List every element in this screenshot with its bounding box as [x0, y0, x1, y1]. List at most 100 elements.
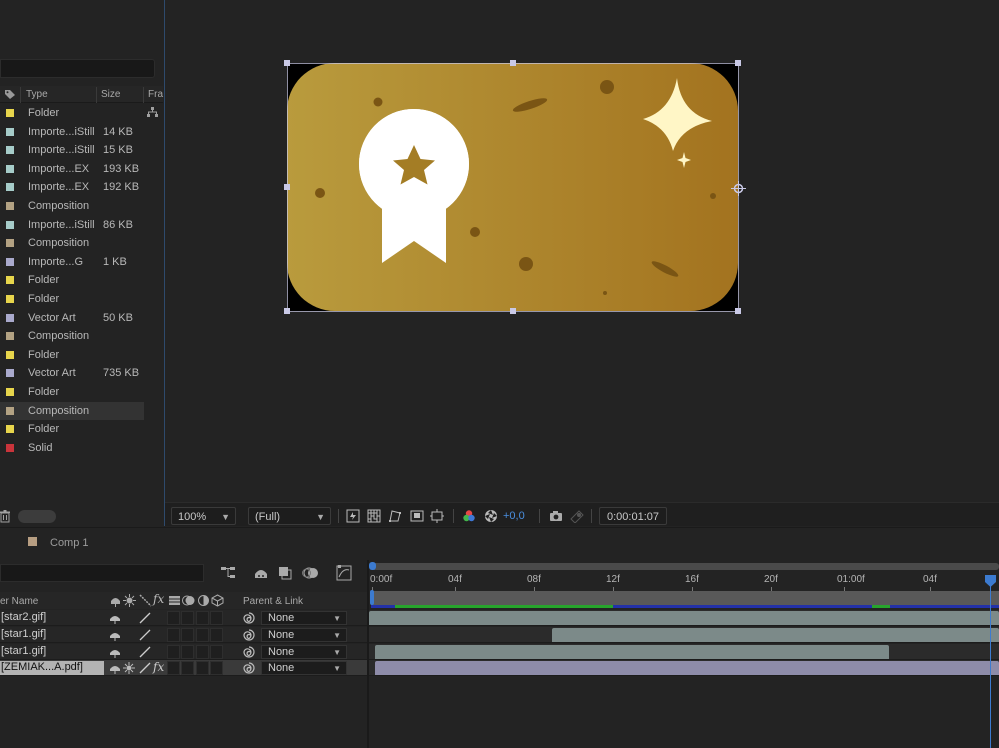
project-item-row[interactable]: Importe...EX 193 KB [0, 160, 144, 179]
layer-row[interactable]: [star2.gif] None ▼ [0, 610, 368, 626]
effects-fx-icon[interactable]: fx [153, 592, 164, 606]
switch-cell[interactable] [196, 661, 209, 676]
switch-cell[interactable] [181, 661, 194, 676]
anchor-point-icon[interactable] [731, 181, 746, 196]
switch-cell[interactable] [196, 627, 209, 642]
collapse-transformations-icon[interactable] [123, 594, 136, 607]
layer-name[interactable]: [ZEMIAK...A.pdf] [0, 661, 104, 676]
switch-cell[interactable] [167, 661, 180, 676]
label-color-swatch[interactable] [6, 332, 14, 341]
label-color-swatch[interactable] [6, 220, 14, 229]
label-color-swatch[interactable] [6, 369, 14, 378]
pick-whip-icon[interactable] [242, 661, 256, 675]
3d-layer-header-icon[interactable] [211, 594, 224, 607]
project-item-row[interactable]: Composition [0, 327, 144, 346]
composition-flowchart-icon[interactable] [219, 564, 237, 582]
project-item-row[interactable]: Importe...iStill 15 KB [0, 141, 144, 160]
project-item-row[interactable]: Vector Art 50 KB [0, 309, 144, 328]
layer-track[interactable] [369, 626, 999, 643]
parent-dropdown[interactable]: None ▼ [261, 661, 347, 676]
label-color-swatch[interactable] [6, 313, 14, 322]
pick-whip-icon[interactable] [242, 611, 256, 625]
project-item-row[interactable]: Importe...iStill 14 KB [0, 123, 144, 142]
label-color-swatch[interactable] [6, 425, 14, 434]
project-item-row[interactable]: Composition [0, 401, 144, 421]
layer-name[interactable]: [star1.gif] [0, 628, 104, 642]
switch-cell[interactable] [181, 611, 194, 625]
pick-whip-icon[interactable] [242, 628, 256, 642]
shy-switch-icon[interactable] [109, 629, 121, 641]
layer-row[interactable]: [star1.gif] None ▼ [0, 626, 368, 643]
frame-rate-column-header[interactable]: Fra [148, 89, 163, 100]
label-color-swatch[interactable] [6, 183, 14, 192]
pick-whip-icon[interactable] [242, 645, 256, 659]
project-item-row[interactable]: Folder [0, 290, 144, 309]
layer-track[interactable] [369, 643, 999, 660]
show-snapshot-icon[interactable] [570, 509, 584, 523]
switch-cell[interactable] [196, 644, 209, 659]
project-search-input[interactable] [0, 59, 155, 78]
reset-exposure-icon[interactable] [484, 509, 498, 523]
switch-cell[interactable] [210, 627, 223, 642]
parent-link-column-header[interactable]: Parent & Link [243, 596, 303, 607]
collapse-switch-icon[interactable] [123, 662, 135, 675]
project-item-row[interactable]: Folder [0, 271, 144, 290]
quality-switch-icon[interactable] [139, 612, 151, 624]
type-column-header[interactable]: Type [26, 89, 48, 100]
color-channels-icon[interactable] [462, 509, 476, 523]
quality-header-icon[interactable] [139, 594, 152, 607]
project-item-row[interactable]: Composition [0, 234, 144, 253]
work-area-bar[interactable] [371, 591, 999, 606]
switch-cell[interactable] [210, 611, 223, 625]
label-tag-icon[interactable] [4, 89, 16, 100]
shy-switch-icon[interactable] [109, 646, 121, 658]
parent-dropdown[interactable]: None ▼ [261, 627, 347, 642]
transparency-grid-icon[interactable] [367, 509, 381, 523]
time-navigator-bar[interactable] [371, 563, 999, 570]
layer-track[interactable] [369, 660, 999, 677]
project-item-row[interactable]: Vector Art 735 KB [0, 364, 144, 383]
mask-visibility-icon[interactable] [388, 509, 402, 523]
label-color-swatch[interactable] [6, 146, 14, 155]
project-item-row[interactable]: Folder [0, 420, 144, 439]
frame-blend-header-icon[interactable] [168, 594, 181, 607]
resolution-dropdown[interactable]: (Full) ▼ [248, 507, 331, 525]
motion-blur-icon[interactable] [302, 564, 320, 582]
trash-icon[interactable] [0, 510, 10, 523]
time-navigator-start-handle[interactable] [369, 562, 376, 570]
switch-cell[interactable] [167, 611, 180, 625]
magnification-dropdown[interactable]: 100% ▼ [171, 507, 236, 525]
layer-name[interactable]: [star2.gif] [0, 611, 104, 625]
layer-duration-bar[interactable] [369, 611, 999, 625]
shy-switch-icon[interactable] [109, 662, 121, 675]
project-item-row[interactable]: Solid [0, 439, 144, 458]
quality-switch-icon[interactable] [139, 646, 151, 658]
graph-editor-icon[interactable] [335, 564, 353, 582]
label-color-swatch[interactable] [6, 350, 14, 359]
label-color-swatch[interactable] [6, 388, 14, 396]
current-time-indicator-icon[interactable] [985, 575, 996, 587]
snapshot-camera-icon[interactable] [549, 509, 563, 523]
project-item-row[interactable]: Folder [0, 346, 144, 365]
switch-cell[interactable] [210, 644, 223, 659]
switch-cell[interactable] [181, 627, 194, 642]
label-color-swatch[interactable] [6, 406, 14, 415]
switch-cell[interactable] [210, 661, 223, 676]
exposure-value[interactable]: +0,0 [503, 510, 525, 522]
layer-duration-bar[interactable] [375, 644, 889, 659]
switch-cell[interactable] [167, 644, 180, 659]
switch-cell[interactable] [196, 611, 209, 625]
layer-name[interactable]: [star1.gif] [0, 645, 104, 659]
label-color-swatch[interactable] [6, 443, 14, 452]
layer-duration-bar[interactable] [375, 661, 999, 676]
label-color-swatch[interactable] [6, 127, 14, 136]
layer-row[interactable]: [ZEMIAK...A.pdf] fx None ▼ [0, 660, 368, 677]
parent-dropdown[interactable]: None ▼ [261, 611, 347, 625]
current-time-display[interactable]: 0:00:01:07 [599, 507, 667, 525]
layer-bounding-box[interactable] [282, 58, 744, 318]
effect-switch-icon[interactable]: fx [153, 660, 165, 674]
size-column-header[interactable]: Size [101, 89, 120, 100]
shy-layers-icon[interactable] [252, 564, 270, 582]
time-ruler[interactable] [369, 570, 999, 591]
label-color-swatch[interactable] [6, 202, 14, 210]
